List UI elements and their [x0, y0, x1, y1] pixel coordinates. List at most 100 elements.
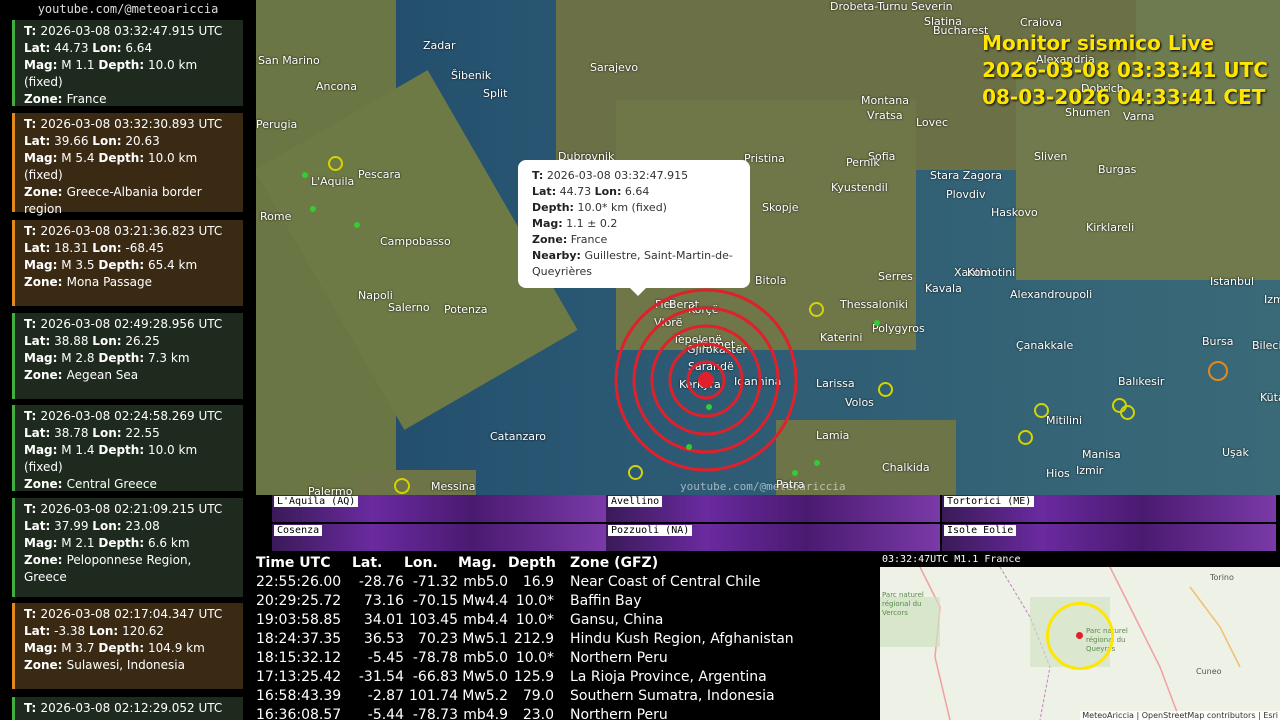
quake-dot[interactable] — [814, 460, 820, 466]
table-cell: -71.32 — [412, 573, 458, 590]
quake-marker[interactable] — [809, 302, 824, 317]
recent-quakes-table: Time UTC Lat. Lon. Mag. Depth Zone (GFZ)… — [256, 553, 876, 720]
table-cell: 101.74 — [409, 687, 458, 704]
quake-marker[interactable] — [1018, 430, 1033, 445]
col-time: Time UTC — [256, 554, 331, 571]
quake-marker[interactable] — [1120, 405, 1135, 420]
event-depth: 6.6 km — [147, 536, 190, 550]
minimap-label-torino: Torino — [1210, 573, 1234, 582]
table-cell: -66.83 — [412, 668, 458, 685]
table-cell: 17:13:25.42 — [256, 668, 342, 685]
map-label: Istanbul — [1210, 275, 1255, 288]
table-cell: -31.54 — [358, 668, 404, 685]
map-label: Šibenik — [451, 69, 492, 82]
map-label: Kirklareli — [1086, 221, 1135, 234]
event-card[interactable]: T: 2026-03-08 02:12:29.052 UTC — [12, 697, 243, 720]
table-row[interactable]: 22:55:26.00 -28.76 -71.32 mb5.0 16.9 Near Coa… — [256, 572, 794, 591]
event-depth: 104.9 km — [147, 641, 205, 655]
map-label: Izmir — [1076, 464, 1104, 477]
map-watermark: youtube.com/@meteoariccia — [680, 480, 846, 493]
map-label: Palermo — [308, 485, 353, 495]
event-card[interactable]: T: 2026-03-08 02:21:09.215 UTC Lat: 37.99… — [12, 498, 243, 597]
quake-marker[interactable] — [328, 156, 343, 171]
event-time: 2026-03-08 03:32:47.915 UTC — [40, 24, 223, 38]
map-label: L'Aquila — [311, 175, 355, 188]
quake-dot[interactable] — [310, 206, 316, 212]
event-zone: Aegean Sea — [66, 368, 139, 382]
event-lat: 44.73 — [54, 41, 89, 55]
table-cell: 125.9 — [513, 668, 554, 685]
quake-dot[interactable] — [874, 320, 880, 326]
event-lat: 38.88 — [54, 334, 89, 348]
event-popup[interactable]: T: 2026-03-08 03:32:47.915 Lat: 44.73 Lo… — [518, 160, 750, 296]
table-cell: 10.0* — [515, 592, 554, 609]
spectrogram-panel: Tortorici (ME) — [942, 495, 1276, 522]
channel-url: youtube.com/@meteoariccia — [37, 2, 219, 16]
table-row[interactable]: 18:15:32.12 -5.45 -78.78 mb5.0 10.0* Northern… — [256, 648, 794, 667]
event-card[interactable]: T: 2026-03-08 02:24:58.269 UTC Lat: 38.78… — [12, 405, 243, 491]
quake-marker[interactable] — [1034, 403, 1049, 418]
quake-marker[interactable] — [394, 478, 410, 494]
table-cell: 20:29:25.72 — [256, 592, 342, 609]
table-cell: -70.15 — [412, 592, 458, 609]
table-cell: Mw5.2 — [462, 687, 508, 704]
table-row[interactable]: 16:58:43.39 -2.87 101.74 Mw5.2 79.0 Southern … — [256, 686, 794, 705]
event-lon: 20.63 — [125, 134, 160, 148]
event-card[interactable]: T: 2026-03-08 02:17:04.347 UTC Lat: -3.38… — [12, 603, 243, 689]
event-zone: France — [66, 92, 107, 106]
event-lat: 18.31 — [54, 241, 89, 255]
map-label: Burgas — [1098, 163, 1137, 176]
table-row[interactable]: 19:03:58.85 34.01 103.45 mb4.4 10.0* Gansu, C… — [256, 610, 794, 629]
table-cell: -78.78 — [412, 649, 458, 666]
map-label: Kütahya — [1260, 391, 1280, 404]
table-row[interactable]: 16:36:08.57 -5.44 -78.73 mb4.9 23.0 Northern … — [256, 705, 794, 720]
spectrogram-panel: L'Aquila (AQ) — [272, 495, 606, 522]
minimap-attribution: MeteoAriccia | OpenStreetMap contributor… — [1080, 711, 1280, 720]
minimap-event-dot — [1076, 632, 1083, 639]
table-cell: 70.23 — [417, 630, 458, 647]
map-label: Campobasso — [380, 235, 451, 248]
spectrogram-panel: Cosenza — [272, 524, 606, 551]
event-time: 2026-03-08 02:24:58.269 UTC — [40, 409, 223, 423]
event-time: 2026-03-08 03:32:30.893 UTC — [40, 117, 223, 131]
map-label: Zadar — [423, 39, 456, 52]
table-row[interactable]: 18:24:37.35 36.53 70.23 Mw5.1 212.9 Hindu Kus… — [256, 629, 794, 648]
event-card[interactable]: T: 2026-03-08 02:49:28.956 UTC Lat: 38.88… — [12, 313, 243, 399]
event-lat: 37.99 — [54, 519, 89, 533]
quake-dot[interactable] — [354, 222, 360, 228]
quake-marker[interactable] — [1208, 361, 1228, 381]
event-mag: M 5.4 — [61, 151, 95, 165]
map-label: Manisa — [1082, 448, 1121, 461]
event-card[interactable]: T: 2026-03-08 03:21:36.823 UTC Lat: 18.31… — [12, 220, 243, 306]
map-label: Catanzaro — [490, 430, 546, 443]
table-cell: 10.0* — [515, 649, 554, 666]
table-cell: 10.0* — [515, 611, 554, 628]
quake-marker[interactable] — [628, 465, 643, 480]
quake-dot[interactable] — [686, 444, 692, 450]
event-lat: -3.38 — [54, 624, 86, 638]
event-list-panel: youtube.com/@meteoariccia T: 2026-03-08 … — [0, 0, 256, 720]
event-card[interactable]: T: 2026-03-08 03:32:47.915 UTC Lat: 44.73… — [12, 20, 243, 106]
quake-marker[interactable] — [878, 382, 893, 397]
table-cell: Northern Peru — [570, 649, 668, 666]
event-mag: M 3.5 — [61, 258, 95, 272]
quake-dot[interactable] — [302, 172, 308, 178]
table-row[interactable]: 20:29:25.72 73.16 -70.15 Mw4.4 10.0* Baffin B… — [256, 591, 794, 610]
overlay-utc-time: 2026-03-08 03:33:41 UTC — [982, 58, 1268, 82]
table-cell: -5.44 — [367, 706, 404, 720]
popup-zone: France — [570, 233, 608, 246]
map-label: Potenza — [444, 303, 488, 316]
event-mag: M 3.7 — [61, 641, 95, 655]
table-row[interactable]: 17:13:25.42 -31.54 -66.83 Mw5.0 125.9 La Rioj… — [256, 667, 794, 686]
event-time: 2026-03-08 02:21:09.215 UTC — [40, 502, 223, 516]
event-zone: Sulawesi, Indonesia — [66, 658, 185, 672]
quake-dot[interactable] — [792, 470, 798, 476]
overlay-title: Monitor sismico Live — [982, 31, 1215, 55]
popup-time: 2026-03-08 03:32:47.915 — [546, 169, 689, 182]
seismic-map[interactable]: Zadar San Marino Šibenik Split Sarajevo Perug… — [256, 0, 1280, 495]
quake-dot[interactable] — [706, 404, 712, 410]
event-lat: 39.66 — [54, 134, 89, 148]
event-card[interactable]: T: 2026-03-08 03:32:30.893 UTC Lat: 39.66… — [12, 113, 243, 216]
minimap[interactable]: 03:32:47UTC M1.1 France Torino Cuneo Par… — [880, 553, 1280, 720]
table-cell: mb5.0 — [463, 573, 508, 590]
